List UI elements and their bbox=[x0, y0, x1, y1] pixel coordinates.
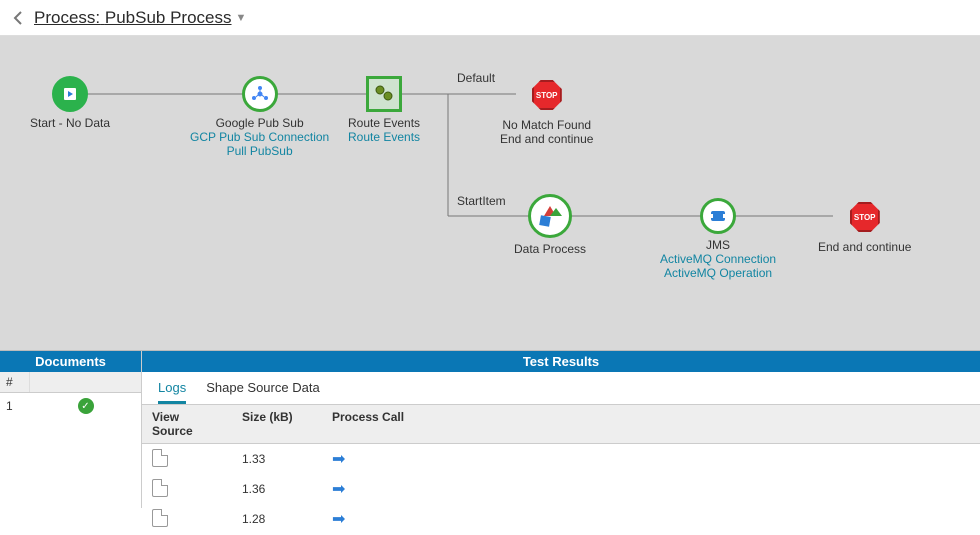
check-icon: ✓ bbox=[78, 398, 94, 414]
process-title-prefix: Process: bbox=[34, 8, 100, 27]
node-label: JMS bbox=[660, 238, 776, 252]
bottom-panels: Documents # 1 ✓ Test Results Logs Shape … bbox=[0, 350, 980, 508]
document-icon[interactable] bbox=[152, 479, 168, 497]
node-route-events[interactable]: Route Events Route Events bbox=[348, 76, 420, 144]
results-row[interactable]: 1.36 ➡ bbox=[142, 474, 980, 504]
doc-number: 1 bbox=[0, 399, 30, 413]
back-button[interactable] bbox=[8, 7, 30, 29]
node-sublabel[interactable]: ActiveMQ Connection bbox=[660, 252, 776, 266]
node-sublabel[interactable]: Route Events bbox=[348, 130, 420, 144]
col-status[interactable] bbox=[30, 372, 141, 392]
col-size[interactable]: Size (kB) bbox=[232, 405, 322, 443]
documents-columns: # bbox=[0, 372, 141, 393]
node-label: End and continue bbox=[500, 132, 593, 146]
results-row[interactable]: 1.33 ➡ bbox=[142, 444, 980, 474]
arrow-right-icon[interactable]: ➡ bbox=[332, 511, 345, 528]
tab-shape-source-data[interactable]: Shape Source Data bbox=[206, 380, 319, 404]
process-title-name: PubSub Process bbox=[105, 8, 232, 27]
node-start[interactable]: Start - No Data bbox=[30, 76, 110, 130]
node-sublabel[interactable]: GCP Pub Sub Connection bbox=[190, 130, 329, 144]
cell-size: 1.33 bbox=[232, 447, 322, 471]
arrow-right-icon[interactable]: ➡ bbox=[332, 481, 345, 498]
start-icon bbox=[52, 76, 88, 112]
arrow-right-icon[interactable]: ➡ bbox=[332, 451, 345, 468]
cell-size: 1.28 bbox=[232, 507, 322, 531]
node-jms[interactable]: JMS ActiveMQ Connection ActiveMQ Operati… bbox=[660, 198, 776, 280]
results-header: Test Results bbox=[142, 351, 980, 372]
node-google-pubsub[interactable]: Google Pub Sub GCP Pub Sub Connection Pu… bbox=[190, 76, 329, 158]
node-stop-default[interactable]: STOP No Match Found End and continue bbox=[500, 80, 593, 146]
cell-size: 1.36 bbox=[232, 477, 322, 501]
node-label: Route Events bbox=[348, 116, 420, 130]
connector-icon bbox=[242, 76, 278, 112]
node-data-process[interactable]: Data Process bbox=[514, 194, 586, 256]
tab-logs[interactable]: Logs bbox=[158, 380, 186, 404]
test-results-panel: Test Results Logs Shape Source Data View… bbox=[142, 351, 980, 508]
top-bar: Process: PubSub Process ▼ bbox=[0, 0, 980, 36]
chevron-down-icon[interactable]: ▼ bbox=[236, 12, 247, 24]
node-label: Google Pub Sub bbox=[190, 116, 329, 130]
process-title[interactable]: Process: PubSub Process bbox=[34, 8, 232, 28]
node-label: End and continue bbox=[818, 240, 911, 254]
stop-icon: STOP bbox=[850, 202, 880, 232]
results-row[interactable]: 1.28 ➡ bbox=[142, 504, 980, 534]
results-grid-header: View Source Size (kB) Process Call bbox=[142, 404, 980, 444]
col-number[interactable]: # bbox=[0, 372, 30, 392]
connector-icon bbox=[700, 198, 736, 234]
document-row[interactable]: 1 ✓ bbox=[0, 393, 141, 419]
results-tabs: Logs Shape Source Data bbox=[142, 372, 980, 404]
documents-header: Documents bbox=[0, 351, 141, 372]
node-label: Start - No Data bbox=[30, 116, 110, 130]
document-icon[interactable] bbox=[152, 509, 168, 527]
document-icon[interactable] bbox=[152, 449, 168, 467]
branch-label-startitem: StartItem bbox=[457, 194, 506, 208]
col-view-source[interactable]: View Source bbox=[142, 405, 232, 443]
results-grid: View Source Size (kB) Process Call 1.33 … bbox=[142, 404, 980, 534]
branch-label-default: Default bbox=[457, 71, 495, 85]
documents-panel: Documents # 1 ✓ bbox=[0, 351, 142, 508]
node-label: Data Process bbox=[514, 242, 586, 256]
node-label: No Match Found bbox=[500, 118, 593, 132]
node-stop-end[interactable]: STOP End and continue bbox=[818, 202, 911, 254]
node-sublabel[interactable]: ActiveMQ Operation bbox=[660, 266, 776, 280]
node-sublabel[interactable]: Pull PubSub bbox=[190, 144, 329, 158]
data-process-icon bbox=[528, 194, 572, 238]
col-process-call[interactable]: Process Call bbox=[322, 405, 442, 443]
route-icon bbox=[366, 76, 402, 112]
process-canvas[interactable]: Start - No Data Google Pub Sub GCP Pub S… bbox=[0, 36, 980, 350]
stop-icon: STOP bbox=[532, 80, 562, 110]
